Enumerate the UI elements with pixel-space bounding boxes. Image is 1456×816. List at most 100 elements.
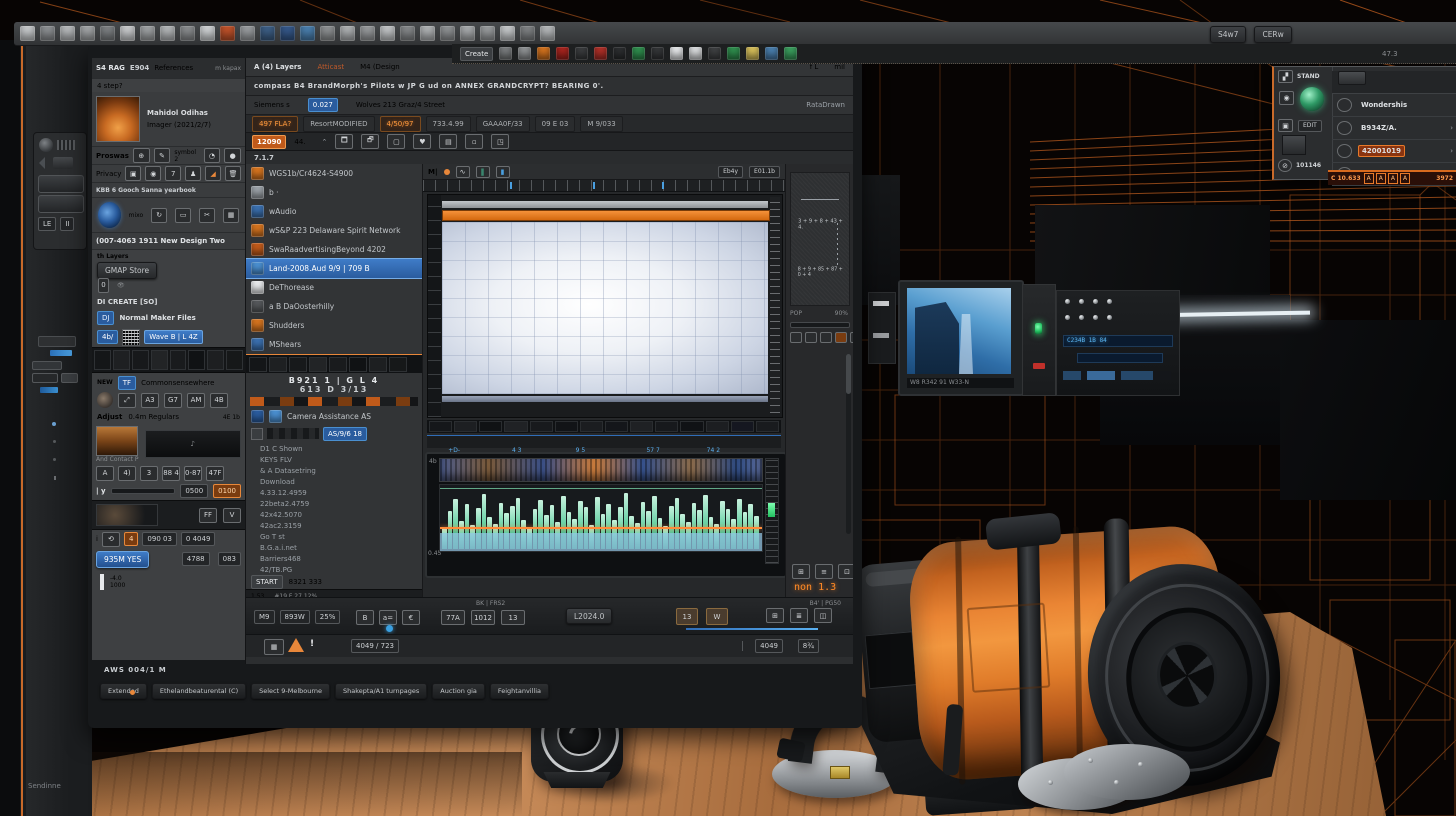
- panel-tab[interactable]: References: [154, 64, 193, 72]
- inspector-tool[interactable]: [790, 332, 802, 343]
- subheader-right[interactable]: RataDrawn: [806, 101, 845, 109]
- tool-button[interactable]: ✎: [154, 148, 171, 163]
- toolbar-icon[interactable]: [360, 26, 375, 41]
- secondary-toolbar-icon[interactable]: [613, 47, 626, 60]
- playhead-dot[interactable]: [386, 625, 393, 632]
- topbar-right-button[interactable]: CERw: [1254, 26, 1291, 43]
- subheader-item[interactable]: Siemens s: [254, 101, 290, 109]
- grid-icon[interactable]: ▦: [264, 639, 284, 655]
- toolbar-icon[interactable]: [120, 26, 135, 41]
- speaker-button[interactable]: [38, 175, 84, 193]
- status-pill[interactable]: 4049 / 723: [351, 639, 399, 653]
- tool-button[interactable]: ⟲: [102, 532, 120, 547]
- ban-icon[interactable]: ⊘: [1278, 159, 1292, 172]
- right-panel-row[interactable]: 42001019 ›: [1332, 140, 1456, 163]
- blue-action-button[interactable]: 935M YES: [96, 551, 149, 568]
- tree-item[interactable]: SwaRaadvertisingBeyond 4202: [246, 240, 422, 259]
- right-panel-row[interactable]: B934Z/A. ›: [1332, 117, 1456, 140]
- refresh-icon[interactable]: ↻: [151, 208, 167, 223]
- gmap-store-button[interactable]: GMAP Store: [97, 262, 157, 279]
- tool-button[interactable]: 7: [165, 166, 181, 181]
- inspector-slider[interactable]: [790, 322, 850, 328]
- scissors-icon[interactable]: ✂: [199, 208, 215, 223]
- transport-icon-button[interactable]: ◫: [814, 608, 832, 623]
- alert-badge[interactable]: A: [1400, 173, 1410, 184]
- toolbar-icon[interactable]: [180, 26, 195, 41]
- bottom-button[interactable]: Select 9-Melbourne: [251, 683, 330, 699]
- view-button[interactable]: ◳: [491, 134, 509, 149]
- chip-button[interactable]: 47F: [206, 466, 224, 481]
- document-tab[interactable]: ResortMODIFIED: [303, 116, 374, 132]
- tool-button[interactable]: ▣: [125, 166, 141, 181]
- red-button[interactable]: [1033, 363, 1045, 369]
- inspector-scrollbar[interactable]: [846, 354, 851, 534]
- spectrogram-band[interactable]: [439, 458, 763, 482]
- ff-button[interactable]: FF: [199, 508, 217, 523]
- slider-track[interactable]: [111, 488, 176, 494]
- active-subtab[interactable]: 12090: [252, 135, 286, 149]
- wave-selected-row[interactable]: Wave B | L 4Z: [144, 330, 202, 344]
- camera-row[interactable]: Camera Assistance AS: [246, 408, 422, 425]
- tool-button[interactable]: ⊕: [133, 148, 150, 163]
- toolbar-icon[interactable]: [60, 26, 75, 41]
- toolbar-icon[interactable]: [140, 26, 155, 41]
- speaker-icon[interactable]: ◉: [1279, 91, 1294, 105]
- toolbar-icon[interactable]: [440, 26, 455, 41]
- list2-item[interactable]: 42ac2.3159: [246, 520, 422, 531]
- inspector-bottom-button[interactable]: ⊡: [838, 564, 853, 579]
- tool-button[interactable]: ⤢: [118, 393, 136, 408]
- transport-button[interactable]: a=: [379, 610, 397, 625]
- toolbar-icon[interactable]: [100, 26, 115, 41]
- vp-chip-left[interactable]: M|: [428, 168, 438, 176]
- transport-button[interactable]: 1012: [471, 610, 495, 625]
- tool-button[interactable]: 4B: [210, 393, 228, 408]
- list2-item[interactable]: KEYS FLV: [246, 454, 422, 465]
- tree-item[interactable]: wS&P 223 Delaware Spirit Network: [246, 221, 422, 240]
- list2-item[interactable]: 42/TB.PG: [246, 564, 422, 575]
- toolbar-icon[interactable]: [20, 26, 35, 41]
- start-button[interactable]: START: [251, 575, 283, 589]
- camera-chip[interactable]: AS/9/6 18: [323, 427, 367, 441]
- titlebar-item[interactable]: Atticast: [317, 63, 344, 71]
- list2-item[interactable]: Barriers468: [246, 553, 422, 564]
- tool-button[interactable]: AM: [187, 393, 205, 408]
- list2-item[interactable]: & A Datasetring: [246, 465, 422, 476]
- pair-button[interactable]: 083: [218, 552, 241, 566]
- v-button[interactable]: V: [223, 508, 241, 523]
- secondary-toolbar-icon[interactable]: [746, 47, 759, 60]
- ii-button[interactable]: II: [60, 217, 74, 231]
- tree-item[interactable]: Land-2008.Aud 9/9 | 709 B: [246, 259, 422, 278]
- vp-tool[interactable]: ∿: [456, 166, 470, 178]
- chip-button[interactable]: 4): [118, 466, 136, 481]
- tool-button[interactable]: ◢: [205, 166, 221, 181]
- cam-icon[interactable]: ▣: [1278, 119, 1293, 132]
- transport-wide-button[interactable]: L2024.0: [566, 608, 612, 624]
- tree-item[interactable]: a B DaOosterhilly: [246, 297, 422, 316]
- transport-button[interactable]: €: [402, 610, 420, 625]
- secondary-toolbar-icon[interactable]: [594, 47, 607, 60]
- inspector-bottom-button[interactable]: ⊞: [792, 564, 810, 579]
- view-button[interactable]: ▢: [387, 134, 405, 149]
- panel-tab[interactable]: S4 RAG: [96, 64, 125, 72]
- secondary-toolbar-icon[interactable]: [632, 47, 645, 60]
- tool-button[interactable]: ◉: [145, 166, 161, 181]
- toolbar-icon[interactable]: [460, 26, 475, 41]
- le-button[interactable]: LE: [38, 217, 56, 231]
- tool-button[interactable]: G7: [164, 393, 182, 408]
- list2-item[interactable]: Download: [246, 476, 422, 487]
- toolbar-icon[interactable]: [500, 26, 515, 41]
- topbar-right-button[interactable]: S4w7: [1210, 26, 1246, 43]
- transport-button[interactable]: 893W: [280, 610, 310, 624]
- tool-button[interactable]: 🗑: [225, 166, 241, 181]
- transport-button[interactable]: B: [356, 610, 374, 625]
- toolbar-icon[interactable]: [40, 26, 55, 41]
- slider-value-accent[interactable]: 0100: [213, 484, 241, 498]
- list2-item[interactable]: D1 C Shown: [246, 443, 422, 454]
- viewport-ruler[interactable]: [423, 180, 785, 192]
- secondary-toolbar-icon[interactable]: [537, 47, 550, 60]
- toolbar-icon[interactable]: [380, 26, 395, 41]
- view-button[interactable]: ♥: [413, 134, 431, 149]
- tree-item[interactable]: WGS1b/Cr4624-S4900: [246, 164, 422, 183]
- toolbar-icon[interactable]: [300, 26, 315, 41]
- record-dot[interactable]: [444, 169, 450, 175]
